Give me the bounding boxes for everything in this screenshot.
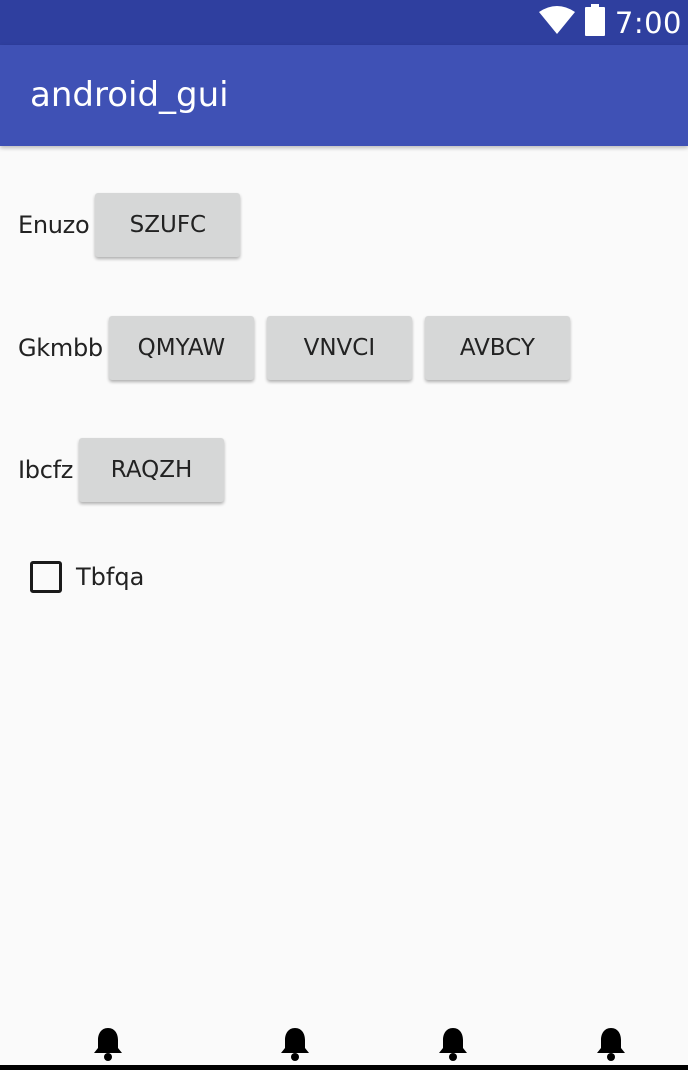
row-gkmbb: Gkmbb QMYAW VNVCI AVBCY bbox=[18, 314, 583, 382]
battery-icon bbox=[584, 4, 605, 41]
status-bar: 7:00 bbox=[0, 0, 688, 45]
checkbox-tbfqa[interactable]: Tbfqa bbox=[30, 559, 144, 595]
bell-icon[interactable] bbox=[437, 1026, 469, 1062]
app-title: android_gui bbox=[30, 75, 229, 115]
row-enuzo: Enuzo SZUFC bbox=[18, 191, 253, 259]
checkbox-box[interactable] bbox=[30, 561, 62, 593]
app-bar: android_gui bbox=[0, 45, 688, 146]
bell-icon[interactable] bbox=[92, 1026, 124, 1062]
bell-icon[interactable] bbox=[595, 1026, 627, 1062]
bell-icon[interactable] bbox=[279, 1026, 311, 1062]
row-label: Enuzo bbox=[18, 211, 90, 239]
row-label: Gkmbb bbox=[18, 334, 103, 362]
checkbox-label: Tbfqa bbox=[76, 563, 145, 591]
row-ibcfz: Ibcfz RAQZH bbox=[18, 436, 237, 504]
button-raqzh[interactable]: RAQZH bbox=[79, 438, 225, 502]
button-szufc[interactable]: SZUFC bbox=[95, 193, 241, 257]
wifi-icon bbox=[538, 6, 575, 39]
button-avbcy[interactable]: AVBCY bbox=[424, 316, 570, 380]
bottom-divider bbox=[0, 1065, 688, 1070]
row-label: Ibcfz bbox=[18, 456, 74, 484]
bottom-bar bbox=[0, 1024, 688, 1070]
status-time: 7:00 bbox=[614, 5, 682, 40]
button-vnvci[interactable]: VNVCI bbox=[266, 316, 412, 380]
button-qmyaw[interactable]: QMYAW bbox=[108, 316, 254, 380]
status-icons: 7:00 bbox=[538, 0, 682, 45]
